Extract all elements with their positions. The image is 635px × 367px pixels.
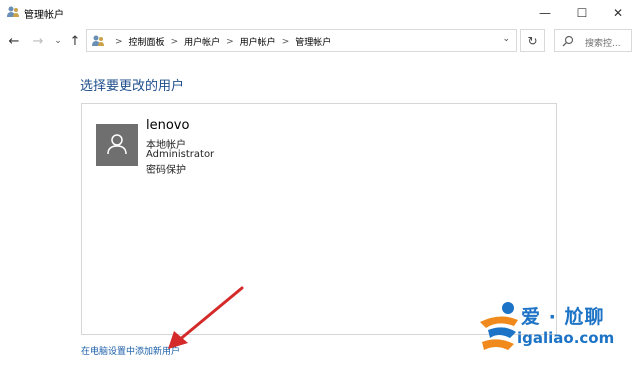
breadcrumb-item-user-accounts[interactable]: 用户帐户	[184, 35, 220, 48]
search-placeholder: 搜索控...	[585, 39, 621, 49]
user-protection-status: 密码保护	[146, 165, 186, 176]
recent-locations-button[interactable]: ⌄	[50, 32, 66, 50]
forward-button[interactable]: →	[30, 32, 46, 50]
watermark-url: igaliao.com	[517, 329, 615, 347]
breadcrumb-separator: >	[115, 36, 123, 47]
refresh-button[interactable]: ↻	[520, 29, 545, 52]
watermark: 爱 · 尬聊 igaliao.com	[470, 298, 630, 360]
page-title: 选择要更改的用户	[80, 79, 185, 94]
breadcrumb-separator[interactable]: >	[226, 37, 234, 47]
window-title: 管理帐户	[24, 10, 64, 21]
breadcrumb-item-manage-accounts[interactable]: 管理帐户	[295, 35, 331, 48]
chevron-down-icon[interactable]: ⌄	[502, 34, 510, 44]
breadcrumb: > 控制面板 > 用户帐户 > 用户帐户 > 管理帐户	[109, 35, 331, 49]
navigation-bar: ← → ⌄ ↑ > 控制面板 > 用户帐户 > 用户帐户 > 管理帐户 ⌄ ↻ …	[0, 26, 635, 56]
back-button[interactable]: ←	[6, 32, 22, 50]
watermark-brand: 爱 · 尬聊	[521, 306, 605, 328]
up-button[interactable]: ↑	[67, 32, 83, 50]
search-icon	[562, 35, 574, 47]
breadcrumb-item-user-accounts-sub[interactable]: 用户帐户	[240, 35, 276, 48]
avatar[interactable]	[96, 124, 138, 166]
breadcrumb-separator[interactable]: >	[171, 37, 179, 47]
user-name[interactable]: lenovo	[146, 118, 189, 133]
minimize-button[interactable]: —	[525, 0, 565, 26]
maximize-button[interactable]: ☐	[562, 0, 602, 26]
user-accounts-icon	[92, 35, 104, 46]
user-accounts-icon	[7, 6, 19, 17]
user-icon	[107, 134, 127, 155]
breadcrumb-item-control-panel[interactable]: 控制面板	[129, 35, 165, 48]
address-bar[interactable]: > 控制面板 > 用户帐户 > 用户帐户 > 管理帐户 ⌄	[86, 29, 517, 52]
search-input[interactable]: 搜索控...	[554, 29, 632, 52]
title-bar: 管理帐户 — ☐ ✕	[0, 0, 635, 26]
red-arrow-annotation	[168, 286, 244, 349]
user-role: Administrator	[146, 149, 215, 160]
close-button[interactable]: ✕	[598, 0, 635, 26]
breadcrumb-separator[interactable]: >	[282, 37, 290, 47]
